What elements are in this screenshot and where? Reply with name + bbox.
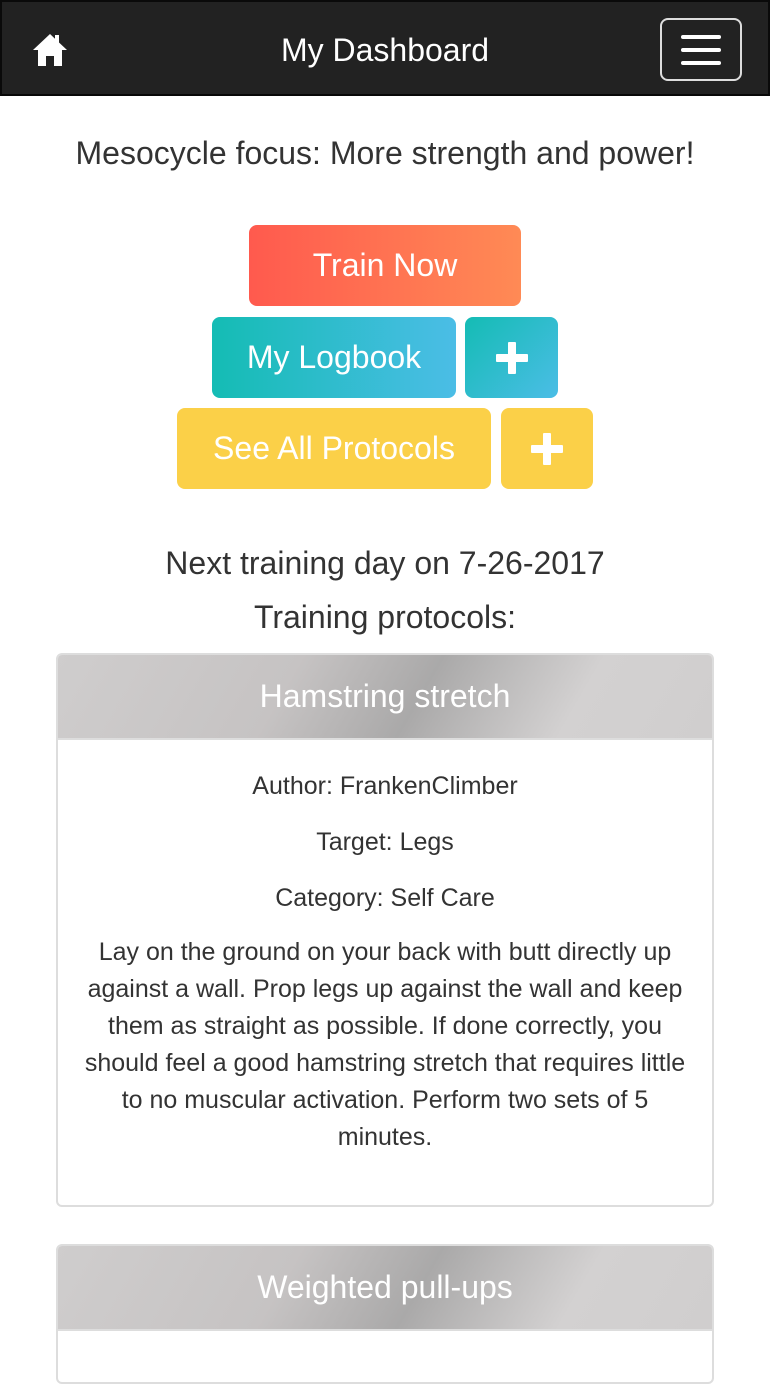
protocol-author: Author: FrankenClimber	[252, 772, 518, 800]
add-log-entry-button[interactable]	[465, 317, 558, 398]
plus-icon	[495, 341, 528, 374]
hamburger-menu-icon-bar	[681, 61, 721, 65]
hamburger-menu-icon	[681, 35, 721, 39]
hamburger-menu-icon-bar	[681, 48, 721, 52]
home-icon[interactable]	[30, 30, 70, 70]
protocol-target: Target: Legs	[316, 828, 454, 856]
my-logbook-button[interactable]: My Logbook	[212, 317, 456, 398]
protocol-card[interactable]: Hamstring stretch Author: FrankenClimber…	[56, 653, 714, 1207]
add-protocol-button[interactable]	[501, 408, 593, 489]
see-all-protocols-button[interactable]: See All Protocols	[177, 408, 491, 489]
protocol-card[interactable]: Weighted pull-ups	[56, 1244, 714, 1384]
protocol-category: Category: Self Care	[275, 884, 495, 912]
nav-title-wrap: My Dashboard	[2, 30, 768, 70]
page-title[interactable]: My Dashboard	[281, 32, 489, 68]
protocol-description: Lay on the ground on your back with butt…	[84, 938, 686, 1151]
top-navbar: My Dashboard	[0, 0, 770, 96]
train-now-button[interactable]: Train Now	[249, 225, 521, 306]
protocol-card-title[interactable]: Weighted pull-ups	[58, 1246, 712, 1331]
mesocycle-focus: Mesocycle focus: More strength and power…	[75, 135, 695, 171]
training-protocols-heading: Training protocols:	[253, 599, 517, 635]
next-training-day: Next training day on 7-26-2017	[165, 545, 605, 581]
menu-toggle-button[interactable]	[660, 18, 742, 81]
protocol-card-body: Author: FrankenClimber Target: Legs Cate…	[58, 655, 712, 1156]
plus-icon	[531, 432, 563, 465]
